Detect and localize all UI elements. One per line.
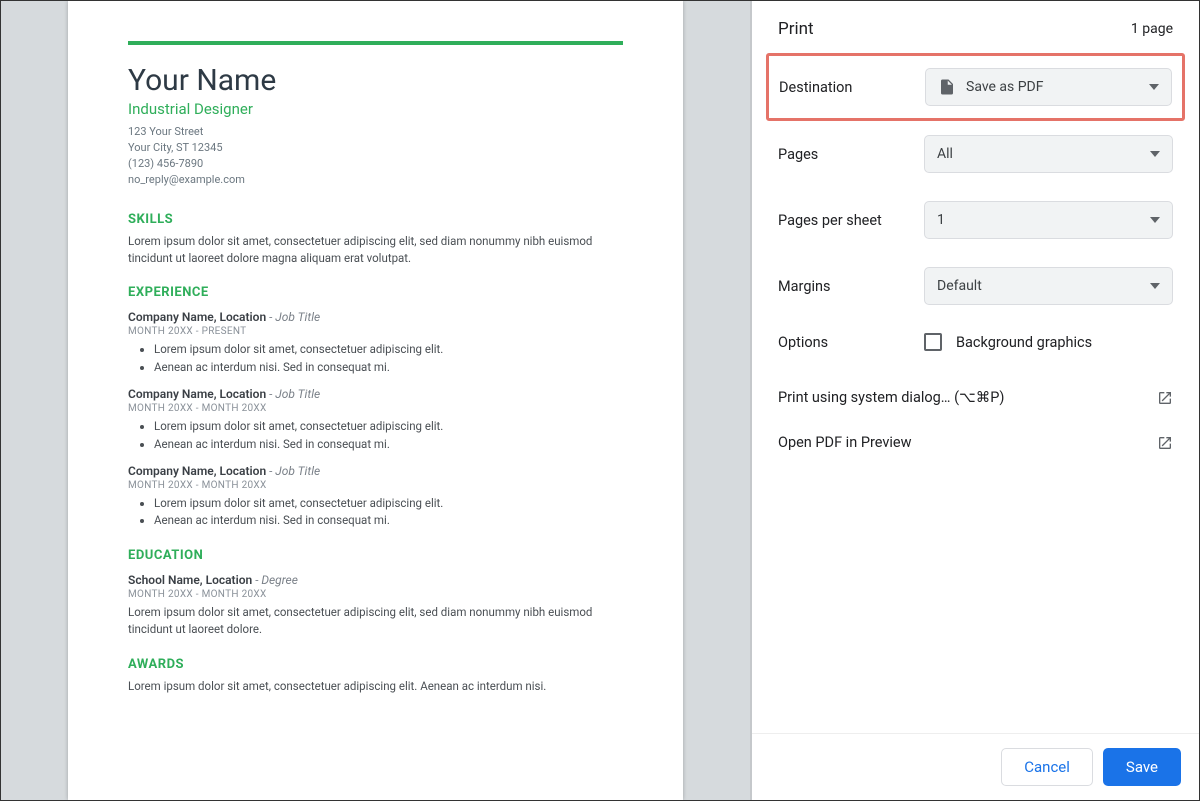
edu-school: School Name, Location (128, 573, 252, 587)
accent-rule (128, 41, 623, 45)
skills-text: Lorem ipsum dolor sit amet, consectetuer… (128, 233, 623, 268)
exp-company: Company Name, Location (128, 387, 266, 401)
system-dialog-label: Print using system dialog… (⌥⌘P) (778, 389, 1004, 406)
pages-per-sheet-row: Pages per sheet 1 (766, 187, 1185, 253)
edu-text: Lorem ipsum dolor sit amet, consectetuer… (128, 604, 623, 639)
exp-bullet: Aenean ac interdum nisi. Sed in consequa… (154, 359, 623, 377)
skills-heading: SKILLS (128, 212, 623, 227)
exp-dates: MONTH 20XX - MONTH 20XX (128, 403, 623, 414)
resume-name: Your Name (128, 63, 623, 98)
edu-degree: Degree (261, 573, 298, 587)
pages-label: Pages (778, 146, 924, 163)
exp-bullet: Lorem ipsum dolor sit amet, consectetuer… (154, 341, 623, 359)
contact-email: no_reply@example.com (128, 172, 623, 188)
preview-page: Your Name Industrial Designer 123 Your S… (68, 1, 683, 800)
margins-value: Default (937, 278, 982, 294)
pages-per-sheet-label: Pages per sheet (778, 212, 924, 229)
contact-street: 123 Your Street (128, 124, 623, 140)
background-graphics-checkbox[interactable] (924, 333, 942, 351)
open-external-icon (1157, 390, 1173, 406)
exp-dates: MONTH 20XX - MONTH 20XX (128, 480, 623, 491)
experience-entry: Company Name, Location - Job Title MONTH… (128, 464, 623, 531)
margins-row: Margins Default (766, 253, 1185, 319)
open-in-preview-label: Open PDF in Preview (778, 434, 911, 451)
open-in-preview-link[interactable]: Open PDF in Preview (778, 420, 1173, 465)
exp-title: Job Title (275, 464, 320, 478)
exp-company: Company Name, Location (128, 310, 266, 324)
experience-entry: Company Name, Location - Job Title MONTH… (128, 387, 623, 454)
exp-bullet: Lorem ipsum dolor sit amet, consectetuer… (154, 495, 623, 513)
chevron-down-icon (1150, 281, 1160, 291)
exp-title: Job Title (275, 387, 320, 401)
exp-bullet: Lorem ipsum dolor sit amet, consectetuer… (154, 418, 623, 436)
pages-per-sheet-select[interactable]: 1 (924, 201, 1173, 239)
system-dialog-link[interactable]: Print using system dialog… (⌥⌘P) (778, 375, 1173, 420)
print-settings-panel: Print 1 page Destination Save as PDF (751, 1, 1199, 800)
chevron-down-icon (1150, 215, 1160, 225)
chevron-down-icon (1150, 149, 1160, 159)
contact-block: 123 Your Street Your City, ST 12345 (123… (128, 124, 623, 188)
panel-title: Print (778, 19, 814, 39)
chevron-down-icon (1149, 82, 1159, 92)
print-preview-pane: Your Name Industrial Designer 123 Your S… (1, 1, 751, 800)
pages-per-sheet-value: 1 (937, 212, 945, 228)
pages-row: Pages All (766, 121, 1185, 187)
exp-title: Job Title (275, 310, 320, 324)
destination-value: Save as PDF (966, 79, 1044, 95)
exp-dates: MONTH 20XX - PRESENT (128, 326, 623, 337)
page-count: 1 page (1131, 21, 1173, 37)
awards-text: Lorem ipsum dolor sit amet, consectetuer… (128, 678, 623, 695)
resume-role: Industrial Designer (128, 100, 623, 118)
file-icon (938, 78, 956, 96)
options-row: Options Background graphics (766, 319, 1185, 365)
destination-label: Destination (779, 79, 925, 96)
destination-select[interactable]: Save as PDF (925, 68, 1172, 106)
contact-phone: (123) 456-7890 (128, 156, 623, 172)
pages-select[interactable]: All (924, 135, 1173, 173)
background-graphics-label: Background graphics (956, 334, 1092, 351)
exp-company: Company Name, Location (128, 464, 266, 478)
experience-heading: EXPERIENCE (128, 285, 623, 300)
pages-value: All (937, 146, 953, 162)
exp-bullet: Aenean ac interdum nisi. Sed in consequa… (154, 512, 623, 530)
destination-row: Destination Save as PDF (766, 53, 1185, 121)
experience-entry: Company Name, Location - Job Title MONTH… (128, 310, 623, 377)
contact-city: Your City, ST 12345 (128, 140, 623, 156)
exp-bullet: Aenean ac interdum nisi. Sed in consequa… (154, 436, 623, 454)
margins-label: Margins (778, 278, 924, 295)
cancel-button[interactable]: Cancel (1001, 748, 1093, 786)
margins-select[interactable]: Default (924, 267, 1173, 305)
education-heading: EDUCATION (128, 548, 623, 563)
options-label: Options (778, 334, 924, 351)
open-external-icon (1157, 435, 1173, 451)
edu-dates: MONTH 20XX - MONTH 20XX (128, 589, 623, 600)
awards-heading: AWARDS (128, 657, 623, 672)
save-button[interactable]: Save (1103, 748, 1181, 786)
